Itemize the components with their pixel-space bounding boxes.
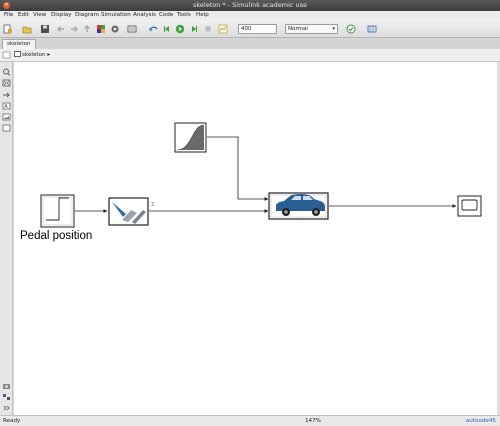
build-icon[interactable] [367, 24, 377, 34]
ramp-block[interactable] [174, 122, 207, 153]
model-explorer-icon[interactable] [127, 24, 137, 34]
title-bar: ✕ skeleton * - Simulink academic use [0, 0, 500, 11]
status-bar: Ready 147% autoode45 [0, 415, 500, 426]
stop-icon[interactable] [203, 24, 213, 34]
tab-skeleton[interactable]: skeleton [2, 39, 36, 49]
step-back-icon[interactable] [162, 24, 172, 34]
breadcrumb-arrow-icon: ▸ [47, 52, 51, 58]
back-icon[interactable] [56, 24, 66, 34]
model-canvas[interactable]: 2 Pedal position [14, 62, 497, 415]
menu-code[interactable]: Code [159, 12, 173, 19]
menu-display[interactable]: Display [51, 12, 72, 19]
annotation-icon[interactable]: A [2, 102, 11, 110]
model-icon [14, 51, 21, 57]
up-icon[interactable] [82, 24, 92, 34]
chevron-down-icon: ▾ [332, 26, 335, 32]
signal-line-ramp-to-vehicle[interactable] [207, 136, 269, 201]
menu-analysis[interactable]: Analysis [133, 12, 156, 19]
data-inspector-icon[interactable] [218, 24, 228, 34]
simulation-mode-select[interactable]: Normal ▾ [285, 24, 338, 34]
property-inspector-icon[interactable] [2, 393, 11, 401]
solver-link[interactable]: autoode45 [466, 416, 496, 426]
fit-view-icon[interactable] [2, 79, 11, 87]
run-icon[interactable] [175, 24, 185, 34]
menu-diagram[interactable]: Diagram [75, 12, 99, 19]
port-number-label: 2 [151, 202, 155, 208]
menu-bar: File Edit View Display Diagram Simulatio… [0, 11, 500, 20]
save-icon[interactable] [40, 24, 50, 34]
forward-icon[interactable] [69, 24, 79, 34]
menu-help[interactable]: Help [196, 12, 209, 19]
close-icon[interactable]: ✕ [3, 2, 10, 9]
stop-time-input[interactable]: 400 [238, 24, 277, 34]
toolbar: 400 Normal ▾ [0, 20, 500, 38]
svg-text:A: A [4, 104, 8, 110]
menu-edit[interactable]: Edit [18, 12, 29, 19]
menu-simulation[interactable]: Simulation [101, 12, 131, 19]
menu-file[interactable]: File [4, 12, 13, 19]
vehicle-block[interactable] [268, 192, 329, 220]
new-model-icon[interactable] [3, 24, 13, 34]
step-block[interactable] [40, 194, 75, 228]
scope-block[interactable] [457, 195, 482, 217]
image-icon[interactable] [2, 113, 11, 121]
palette-bar: A [0, 62, 13, 415]
breadcrumb[interactable]: skeleton ▸ [14, 51, 50, 60]
library-browser-icon[interactable] [96, 24, 106, 34]
screenshot-icon[interactable] [2, 382, 11, 390]
pedal-position-label[interactable]: Pedal position [20, 230, 92, 242]
expand-panel-icon[interactable] [2, 404, 11, 412]
model-advisor-icon[interactable] [346, 24, 356, 34]
undo-icon[interactable] [148, 24, 158, 34]
breadcrumb-model: skeleton [22, 52, 46, 58]
arrow-icon[interactable] [2, 91, 11, 99]
pedal-block[interactable] [108, 197, 149, 226]
area-icon[interactable] [2, 124, 11, 132]
address-bar: skeleton ▸ [0, 49, 500, 62]
simulation-mode-value: Normal [288, 26, 308, 32]
model-settings-icon[interactable] [110, 24, 120, 34]
tab-bar: skeleton [0, 38, 500, 49]
menu-view[interactable]: View [33, 12, 46, 19]
zoom-level: 147% [305, 418, 321, 424]
zoom-icon[interactable] [2, 68, 11, 76]
menu-tools[interactable]: Tools [177, 12, 191, 19]
step-forward-icon[interactable] [189, 24, 199, 34]
window-title: skeleton * - Simulink academic use [192, 1, 308, 9]
open-folder-icon[interactable] [22, 24, 32, 34]
hide-browser-icon[interactable] [2, 51, 11, 59]
status-text: Ready [3, 418, 21, 424]
